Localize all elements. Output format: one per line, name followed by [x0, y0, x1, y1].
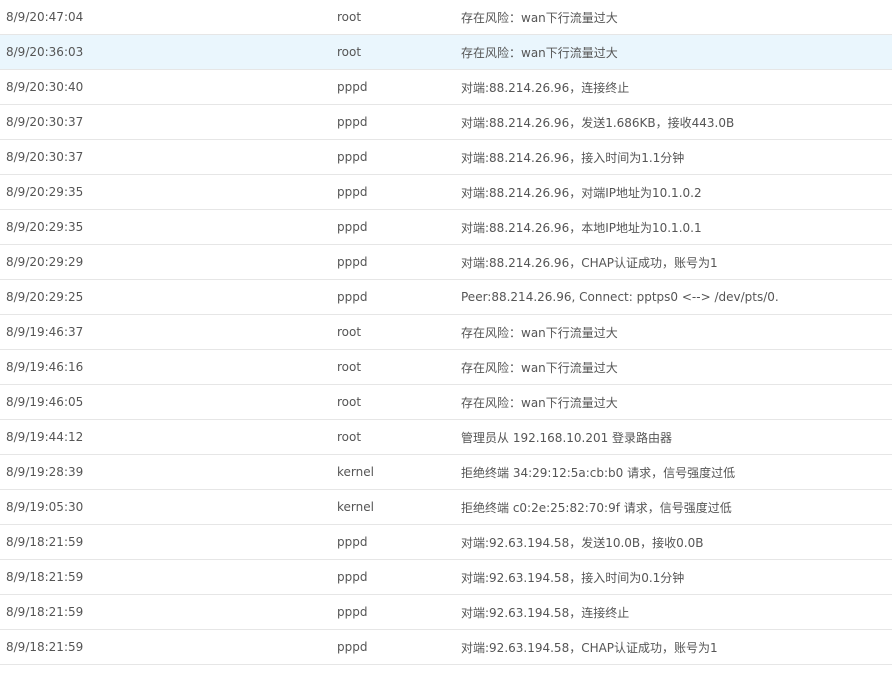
log-time: 8/9/20:30:37 — [0, 104, 337, 140]
log-row[interactable]: 8/9/19:44:12 root 管理员从 192.168.10.201 登录路由… — [0, 419, 892, 455]
log-process: pppd — [337, 174, 461, 210]
log-row[interactable]: 8/9/20:29:35 pppd 对端:88.214.26.96，对端IP地址为1… — [0, 174, 892, 210]
log-time: 8/9/20:29:35 — [0, 209, 337, 245]
log-time: 8/9/20:30:37 — [0, 139, 337, 175]
system-log-table: 8/9/20:47:04 root 存在风险：wan下行流量过大 8/9/20:36… — [0, 0, 892, 665]
log-process: kernel — [337, 489, 461, 525]
log-time: 8/9/18:21:59 — [0, 524, 337, 560]
log-row[interactable]: 8/9/20:30:40 pppd 对端:88.214.26.96，连接终止 — [0, 69, 892, 105]
log-row[interactable]: 8/9/20:29:29 pppd 对端:88.214.26.96，CHAP认证成功… — [0, 244, 892, 280]
log-message: 管理员从 192.168.10.201 登录路由器 — [461, 419, 892, 455]
log-row[interactable]: 8/9/18:21:59 pppd 对端:92.63.194.58，连接终止 — [0, 594, 892, 630]
log-row[interactable]: 8/9/20:30:37 pppd 对端:88.214.26.96，发送1.686K… — [0, 104, 892, 140]
log-time: 8/9/19:28:39 — [0, 454, 337, 490]
log-process: pppd — [337, 594, 461, 630]
log-row[interactable]: 8/9/18:21:59 pppd 对端:92.63.194.58，发送10.0B，… — [0, 524, 892, 560]
log-time: 8/9/20:29:29 — [0, 244, 337, 280]
log-message: 存在风险：wan下行流量过大 — [461, 349, 892, 385]
log-time: 8/9/19:46:16 — [0, 349, 337, 385]
log-time: 8/9/20:29:35 — [0, 174, 337, 210]
log-row[interactable]: 8/9/20:47:04 root 存在风险：wan下行流量过大 — [0, 0, 892, 35]
log-table-body: 8/9/20:47:04 root 存在风险：wan下行流量过大 8/9/20:36… — [0, 0, 892, 665]
log-message: 对端:88.214.26.96，本地IP地址为10.1.0.1 — [461, 209, 892, 245]
log-process: root — [337, 34, 461, 70]
log-time: 8/9/18:21:59 — [0, 594, 337, 630]
log-message: 存在风险：wan下行流量过大 — [461, 0, 892, 35]
log-row[interactable]: 8/9/18:21:59 pppd 对端:92.63.194.58，CHAP认证成功… — [0, 629, 892, 665]
log-time: 8/9/18:21:59 — [0, 629, 337, 665]
log-message: 存在风险：wan下行流量过大 — [461, 314, 892, 350]
log-process: pppd — [337, 209, 461, 245]
log-message: 对端:92.63.194.58，接入时间为0.1分钟 — [461, 559, 892, 595]
log-process: pppd — [337, 629, 461, 665]
log-row[interactable]: 8/9/19:46:05 root 存在风险：wan下行流量过大 — [0, 384, 892, 420]
log-time: 8/9/20:30:40 — [0, 69, 337, 105]
log-time: 8/9/19:44:12 — [0, 419, 337, 455]
log-process: root — [337, 314, 461, 350]
log-row[interactable]: 8/9/20:29:25 pppd Peer:88.214.26.96, Conne… — [0, 279, 892, 315]
log-row[interactable]: 8/9/19:28:39 kernel 拒绝终端 34:29:12:5a:cb:b0… — [0, 454, 892, 490]
log-process: pppd — [337, 104, 461, 140]
log-message: 对端:88.214.26.96，对端IP地址为10.1.0.2 — [461, 174, 892, 210]
log-process: kernel — [337, 454, 461, 490]
log-process: pppd — [337, 69, 461, 105]
log-time: 8/9/20:47:04 — [0, 0, 337, 35]
log-process: root — [337, 419, 461, 455]
log-row[interactable]: 8/9/18:21:59 pppd 对端:92.63.194.58，接入时间为0.1… — [0, 559, 892, 595]
log-row-highlighted[interactable]: 8/9/20:36:03 root 存在风险：wan下行流量过大 — [0, 34, 892, 70]
log-message: 对端:88.214.26.96，发送1.686KB，接收443.0B — [461, 104, 892, 140]
log-time: 8/9/19:46:05 — [0, 384, 337, 420]
log-time: 8/9/18:21:59 — [0, 559, 337, 595]
log-row[interactable]: 8/9/19:05:30 kernel 拒绝终端 c0:2e:25:82:70:9f… — [0, 489, 892, 525]
log-process: root — [337, 0, 461, 35]
log-message: 存在风险：wan下行流量过大 — [461, 34, 892, 70]
log-row[interactable]: 8/9/19:46:16 root 存在风险：wan下行流量过大 — [0, 349, 892, 385]
log-time: 8/9/20:29:25 — [0, 279, 337, 315]
log-process: pppd — [337, 559, 461, 595]
log-process: pppd — [337, 524, 461, 560]
log-message: 对端:92.63.194.58，CHAP认证成功，账号为1 — [461, 629, 892, 665]
log-message: 拒绝终端 c0:2e:25:82:70:9f 请求，信号强度过低 — [461, 489, 892, 525]
log-row[interactable]: 8/9/20:30:37 pppd 对端:88.214.26.96，接入时间为1.1… — [0, 139, 892, 175]
log-process: pppd — [337, 244, 461, 280]
log-process: pppd — [337, 279, 461, 315]
log-message: 拒绝终端 34:29:12:5a:cb:b0 请求，信号强度过低 — [461, 454, 892, 490]
log-time: 8/9/19:46:37 — [0, 314, 337, 350]
log-message: 对端:88.214.26.96，连接终止 — [461, 69, 892, 105]
log-row[interactable]: 8/9/20:29:35 pppd 对端:88.214.26.96，本地IP地址为1… — [0, 209, 892, 245]
log-time: 8/9/19:05:30 — [0, 489, 337, 525]
log-message: 对端:88.214.26.96，CHAP认证成功，账号为1 — [461, 244, 892, 280]
log-process: root — [337, 384, 461, 420]
log-time: 8/9/20:36:03 — [0, 34, 337, 70]
log-process: pppd — [337, 139, 461, 175]
log-message: 对端:92.63.194.58，连接终止 — [461, 594, 892, 630]
log-row[interactable]: 8/9/19:46:37 root 存在风险：wan下行流量过大 — [0, 314, 892, 350]
log-message: 存在风险：wan下行流量过大 — [461, 384, 892, 420]
log-process: root — [337, 349, 461, 385]
log-message: 对端:92.63.194.58，发送10.0B，接收0.0B — [461, 524, 892, 560]
log-message: 对端:88.214.26.96，接入时间为1.1分钟 — [461, 139, 892, 175]
log-message: Peer:88.214.26.96, Connect: pptps0 <--> … — [461, 279, 892, 315]
